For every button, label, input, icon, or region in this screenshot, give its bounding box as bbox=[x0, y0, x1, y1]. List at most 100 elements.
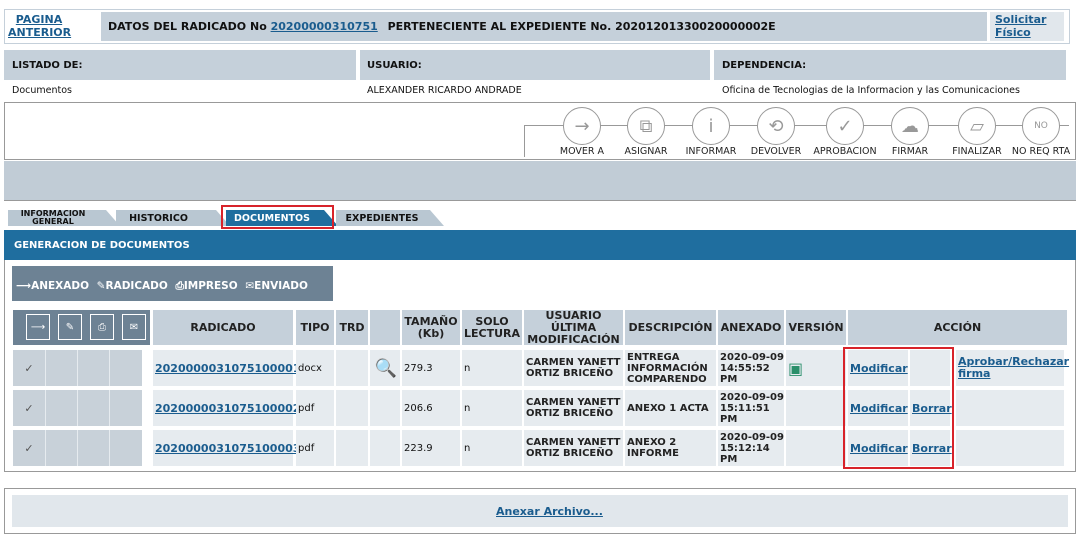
col-anexado: ANEXADO bbox=[718, 310, 784, 345]
row-status-cell bbox=[45, 390, 77, 426]
col-accion: ACCIÓN bbox=[848, 310, 1067, 345]
aprobar-cell bbox=[956, 390, 1064, 426]
aprobar-cell bbox=[956, 430, 1064, 466]
tipo-cell: docx bbox=[296, 350, 334, 386]
anexado-icon: ⟶ bbox=[26, 314, 50, 340]
solicitar-fisico-link[interactable]: Solicitar Físico bbox=[995, 13, 1055, 39]
usuario-label: USUARIO: bbox=[367, 60, 422, 71]
anexado-cell: 2020-09-09 15:11:51 PM bbox=[718, 390, 784, 426]
impreso-icon: ⎙ bbox=[90, 314, 114, 340]
usuario-cell: CARMEN YANETT ORTIZ BRICEÑO bbox=[524, 350, 623, 386]
enviado-icon: ✉ bbox=[122, 314, 146, 340]
workflow-no-icon[interactable]: NO bbox=[1022, 107, 1060, 145]
tab-historico[interactable]: HISTORICO bbox=[116, 210, 201, 226]
legend-radicado: RADICADO bbox=[105, 280, 168, 292]
workflow-label[interactable]: MOVER A bbox=[547, 146, 617, 157]
workflow-arrow-right-icon[interactable]: → bbox=[563, 107, 601, 145]
usuario-value: ALEXANDER RICARDO ANDRADE bbox=[367, 85, 522, 96]
arrow-icon: ⟶ bbox=[16, 280, 32, 292]
expediente-text: PERTENECIENTE AL EXPEDIENTE No. 20201201… bbox=[387, 20, 776, 33]
row-status-cell bbox=[45, 350, 77, 386]
back-link[interactable]: PAGINA ANTERIOR bbox=[8, 13, 71, 39]
legend-anexado: ANEXADO bbox=[31, 280, 90, 292]
workflow-assign-icon[interactable]: ⧉ bbox=[627, 107, 665, 145]
radicado-link[interactable]: 2020000031075100001 bbox=[155, 363, 300, 374]
row-check-icon: ✓ bbox=[13, 430, 45, 466]
version-icon[interactable]: ▣ bbox=[788, 360, 803, 376]
row-status-cell bbox=[109, 430, 142, 466]
datos-prefix: DATOS DEL RADICADO No bbox=[108, 20, 267, 33]
workflow-label[interactable]: INFORMAR bbox=[676, 146, 746, 157]
usuario-cell: CARMEN YANETT ORTIZ BRICEÑO bbox=[524, 390, 623, 426]
row-status-cell bbox=[77, 430, 109, 466]
version-cell bbox=[786, 430, 846, 466]
aprobar-cell: Aprobar/Rechazar firma bbox=[956, 350, 1069, 386]
workflow-label[interactable]: APROBACION bbox=[810, 146, 880, 157]
legend-impreso: IMPRESO bbox=[183, 280, 238, 292]
radicado-icon: ✎ bbox=[58, 314, 82, 340]
col-descripcion: DESCRIPCIÓN bbox=[625, 310, 716, 345]
workflow-label[interactable]: ASIGNAR bbox=[611, 146, 681, 157]
workflow-label[interactable]: DEVOLVER bbox=[741, 146, 811, 157]
row-status-cell bbox=[109, 390, 142, 426]
trd-cell bbox=[336, 350, 368, 386]
trd-cell bbox=[336, 390, 368, 426]
col-usuario: USUARIO ÚLTIMA MODIFICACIÓN bbox=[524, 309, 623, 345]
row-status-cell bbox=[45, 430, 77, 466]
col-radicado: RADICADO bbox=[153, 310, 293, 345]
workflow-info-icon[interactable]: i bbox=[692, 107, 730, 145]
aprobar-rechazar-link[interactable]: Aprobar/Rechazar firma bbox=[958, 356, 1069, 380]
row-status-cell bbox=[109, 350, 142, 386]
solo-lectura-cell: n bbox=[462, 390, 522, 426]
anexado-cell: 2020-09-09 15:12:14 PM bbox=[718, 430, 784, 466]
preview-icon bbox=[370, 390, 400, 426]
radicado-link[interactable]: 2020000031075100002 bbox=[155, 403, 300, 414]
usuario-cell: CARMEN YANETT ORTIZ BRICEÑO bbox=[524, 430, 623, 466]
solo-lectura-cell: n bbox=[462, 350, 522, 386]
tipo-cell: pdf bbox=[296, 390, 334, 426]
descripcion-cell: ENTREGA INFORMACIÓN COMPARENDO bbox=[625, 350, 716, 386]
printer-icon: ⎙ bbox=[175, 280, 184, 292]
tab-informacion-general[interactable]: INFORMACION GENERAL bbox=[8, 210, 98, 226]
tab-expedientes[interactable]: EXPEDIENTES bbox=[336, 210, 428, 226]
version-cell bbox=[786, 390, 846, 426]
preview-icon[interactable]: 🔍 bbox=[370, 350, 400, 386]
col-tipo: TIPO bbox=[296, 310, 334, 345]
workflow-return-icon[interactable]: ⟲ bbox=[757, 107, 795, 145]
col-version: VERSIÓN bbox=[786, 310, 846, 345]
descripcion-cell: ANEXO 1 ACTA bbox=[625, 390, 716, 426]
row-status-cell bbox=[77, 390, 109, 426]
col-tamano: TAMAÑO (Kb) bbox=[402, 310, 460, 345]
workflow-sign-icon[interactable]: ☁ bbox=[891, 107, 929, 145]
radicado-cell: 2020000031075100003 bbox=[153, 430, 300, 466]
radicado-link[interactable]: 2020000031075100003 bbox=[155, 443, 300, 454]
tamano-cell: 279.3 bbox=[402, 350, 460, 386]
tamano-cell: 223.9 bbox=[402, 430, 460, 466]
tamano-cell: 206.6 bbox=[402, 390, 460, 426]
radicado-number-link[interactable]: 20200000310751 bbox=[271, 20, 378, 33]
preview-icon bbox=[370, 430, 400, 466]
col-trd: TRD bbox=[336, 310, 368, 345]
anexado-cell: 2020-09-09 14:55:52 PM bbox=[718, 350, 784, 386]
listado-label: LISTADO DE: bbox=[12, 60, 83, 71]
dependencia-label: DEPENDENCIA: bbox=[722, 60, 807, 71]
trd-cell bbox=[336, 430, 368, 466]
radicado-cell: 2020000031075100002 bbox=[153, 390, 300, 426]
row-status-cell bbox=[77, 350, 109, 386]
tipo-cell: pdf bbox=[296, 430, 334, 466]
workflow-label[interactable]: FINALIZAR bbox=[942, 146, 1012, 157]
dependencia-value: Oficina de Tecnologias de la Informacion… bbox=[722, 85, 1020, 96]
workflow-label[interactable]: FIRMAR bbox=[875, 146, 945, 157]
workflow-finalize-icon[interactable]: ▱ bbox=[958, 107, 996, 145]
send-icon: ✉ bbox=[245, 280, 255, 292]
col-solo-lectura: SOLO LECTURA bbox=[462, 310, 522, 345]
descripcion-cell: ANEXO 2 INFORME bbox=[625, 430, 716, 466]
workflow-label[interactable]: NO REQ RTA bbox=[1006, 146, 1076, 157]
row-check-icon: ✓ bbox=[13, 350, 45, 386]
section-title: GENERACION DE DOCUMENTOS bbox=[14, 240, 190, 251]
anexar-archivo-link[interactable]: Anexar Archivo... bbox=[496, 505, 603, 518]
listado-value: Documentos bbox=[12, 85, 72, 96]
workflow-check-icon[interactable]: ✓ bbox=[826, 107, 864, 145]
solo-lectura-cell: n bbox=[462, 430, 522, 466]
col-blank bbox=[370, 310, 400, 345]
